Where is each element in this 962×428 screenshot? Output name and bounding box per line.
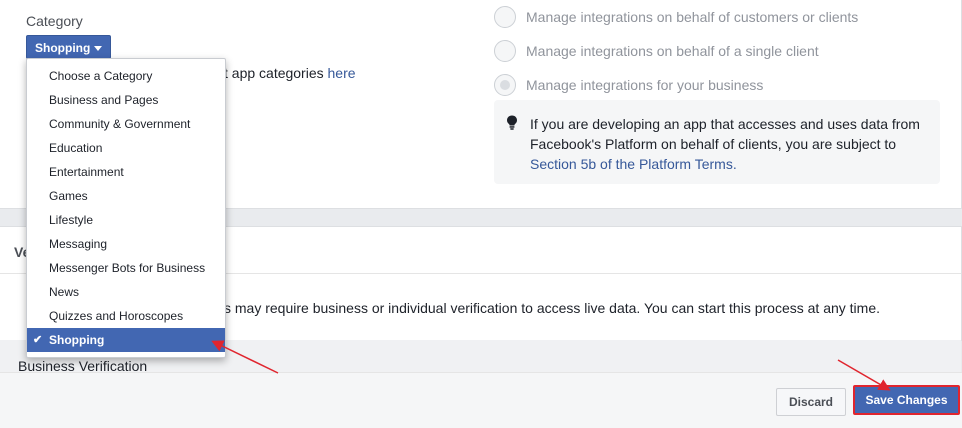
radio-option-customers[interactable]: Manage integrations on behalf of custome… — [494, 5, 858, 29]
save-changes-button[interactable]: Save Changes — [853, 385, 960, 415]
radio-option-your-business[interactable]: Manage integrations for your business — [494, 73, 763, 97]
radio-button-selected[interactable] — [494, 74, 516, 96]
dropdown-item[interactable]: News — [27, 280, 225, 304]
radio-label: Manage integrations on behalf of a singl… — [526, 43, 819, 59]
discard-button[interactable]: Discard — [776, 388, 846, 416]
dropdown-item-label: Shopping — [49, 333, 105, 347]
category-dropdown-button[interactable]: Shopping — [26, 35, 112, 59]
learn-more-text: t app categories here — [224, 65, 356, 81]
platform-terms-link[interactable]: Section 5b of the Platform Terms. — [530, 156, 737, 172]
checkmark-icon: ✔ — [33, 334, 43, 346]
radio-button[interactable] — [494, 6, 516, 28]
dropdown-item[interactable]: Messaging — [27, 232, 225, 256]
dropdown-item[interactable]: Choose a Category — [27, 64, 225, 88]
dropdown-item[interactable]: Entertainment — [27, 160, 225, 184]
category-dropdown-menu: Choose a Category Business and Pages Com… — [26, 58, 226, 358]
verification-description: s may require business or individual ver… — [224, 300, 880, 316]
radio-label: Manage integrations for your business — [526, 77, 764, 93]
learn-more-prefix: t app categories — [224, 65, 328, 81]
dropdown-item[interactable]: Quizzes and Horoscopes — [27, 304, 225, 328]
dropdown-item[interactable]: Business and Pages — [27, 88, 225, 112]
radio-label: Manage integrations on behalf of custome… — [526, 9, 859, 25]
radio-option-single-client[interactable]: Manage integrations on behalf of a singl… — [494, 39, 819, 63]
category-label: Category — [26, 13, 83, 29]
caret-down-icon — [94, 46, 103, 52]
dropdown-item[interactable]: Education — [27, 136, 225, 160]
dropdown-item[interactable]: Lifestyle — [27, 208, 225, 232]
footer-bar: Discard Save Changes — [0, 372, 962, 428]
category-button-label: Shopping — [35, 41, 91, 55]
dropdown-item[interactable]: Games — [27, 184, 225, 208]
dropdown-item[interactable]: Community & Government — [27, 112, 225, 136]
lightbulb-icon — [506, 115, 518, 136]
dropdown-item-selected[interactable]: ✔ Shopping — [27, 328, 225, 352]
learn-more-link[interactable]: here — [328, 65, 356, 81]
notice-text: If you are developing an app that access… — [530, 116, 920, 152]
dropdown-item[interactable]: Messenger Bots for Business — [27, 256, 225, 280]
platform-terms-notice: If you are developing an app that access… — [494, 100, 940, 184]
radio-button[interactable] — [494, 40, 516, 62]
